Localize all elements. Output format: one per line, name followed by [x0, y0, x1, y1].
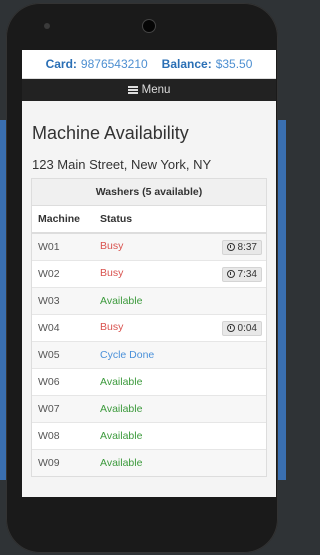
- hamburger-icon: [127, 86, 138, 94]
- status-text: Available: [100, 376, 143, 388]
- status-text: Available: [100, 457, 143, 469]
- machine-status-cell: Available: [94, 368, 266, 396]
- machine-id: W03: [32, 287, 94, 315]
- column-header-status: Status: [94, 206, 266, 234]
- table-row: W05 Cycle Done: [32, 341, 266, 369]
- machine-status-cell: Cycle Done: [94, 341, 266, 369]
- screen: Card: 9876543210 Balance: $35.50 Menu Ma…: [22, 50, 276, 497]
- status-text: Available: [100, 430, 143, 442]
- machine-status-cell: Available: [94, 287, 266, 315]
- table-row: W08 Available: [32, 422, 266, 450]
- menu-button[interactable]: Menu: [22, 79, 276, 101]
- machine-id: W05: [32, 341, 94, 369]
- table-row: W06 Available: [32, 368, 266, 396]
- table-row: W03 Available: [32, 287, 266, 315]
- page-title: Machine Availability: [32, 123, 189, 143]
- machine-status-cell: Available: [94, 395, 266, 423]
- bottom-bezel: [6, 497, 278, 553]
- machine-status-cell: Available: [94, 449, 266, 476]
- camera: [143, 20, 155, 32]
- sensor-dot: [44, 23, 50, 29]
- machine-id: W08: [32, 422, 94, 450]
- status-text: Busy: [100, 266, 124, 279]
- machine-status-cell: Busy 8:37: [94, 232, 266, 261]
- table-row: W02 Busy 7:34: [32, 260, 266, 288]
- status-text: Cycle Done: [100, 349, 155, 361]
- washers-heading: Washers (5 available): [32, 179, 266, 206]
- machine-id: W07: [32, 395, 94, 423]
- clock-icon: [226, 243, 235, 251]
- time-remaining: 7:34: [237, 268, 257, 280]
- table-row: W01 Busy 8:37: [32, 232, 266, 261]
- column-header-machine: Machine: [32, 206, 94, 234]
- time-remaining-badge: 8:37: [221, 239, 262, 255]
- status-text: Available: [100, 295, 143, 307]
- balance-value: $35.50: [215, 57, 253, 71]
- table-row: W09 Available: [32, 449, 266, 476]
- clock-icon: [226, 324, 235, 332]
- machine-id: W09: [32, 449, 94, 476]
- card-label: Card:: [45, 57, 77, 71]
- status-text: Busy: [100, 320, 124, 333]
- balance-label: Balance:: [161, 57, 212, 71]
- machine-id: W02: [32, 260, 94, 288]
- machine-id: W04: [32, 314, 94, 342]
- washers-table: Machine Status W01 Busy 8:37 W02 Busy 7:34 W03…: [32, 206, 266, 476]
- machine-status-cell: Available: [94, 422, 266, 450]
- machine-id: W06: [32, 368, 94, 396]
- status-text: Busy: [100, 239, 124, 252]
- machine-status-cell: Busy 7:34: [94, 260, 266, 288]
- time-remaining: 0:04: [237, 322, 257, 334]
- phone-frame: Card: 9876543210 Balance: $35.50 Menu Ma…: [6, 3, 278, 553]
- time-remaining-badge: 7:34: [221, 266, 262, 282]
- card-number: 9876543210: [80, 57, 148, 71]
- table-row: W07 Available: [32, 395, 266, 423]
- machine-status-cell: Busy 0:04: [94, 314, 266, 342]
- time-remaining-badge: 0:04: [221, 320, 262, 336]
- status-text: Available: [100, 403, 143, 415]
- clock-icon: [226, 270, 235, 278]
- washers-panel: Washers (5 available) Machine Status W01…: [31, 178, 267, 477]
- machine-id: W01: [32, 232, 94, 261]
- time-remaining: 8:37: [237, 241, 257, 253]
- account-bar: Card: 9876543210 Balance: $35.50: [22, 50, 276, 79]
- location-address: 123 Main Street, New York, NY: [32, 157, 212, 172]
- menu-label: Menu: [141, 84, 171, 96]
- table-row: W04 Busy 0:04: [32, 314, 266, 342]
